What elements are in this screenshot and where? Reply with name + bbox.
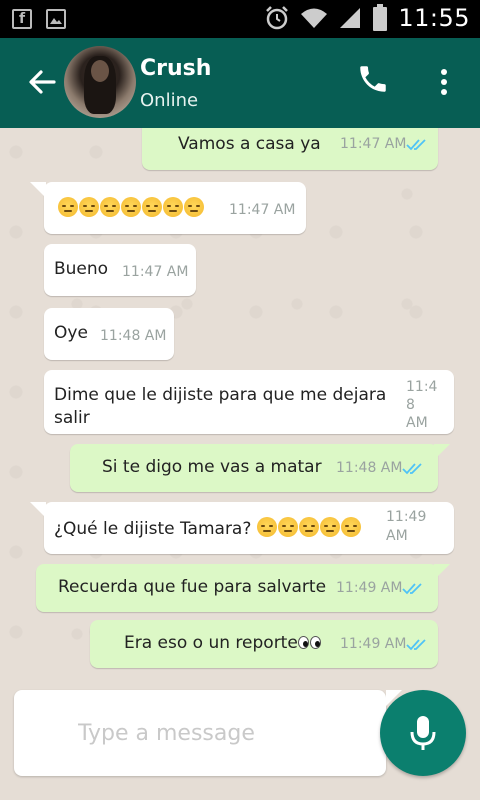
double-check-icon — [402, 583, 422, 595]
message-text: Oye — [54, 323, 88, 343]
message-text: Recuerda que fue para salvarte — [58, 577, 327, 597]
signal-icon — [338, 6, 362, 30]
gallery-icon — [46, 9, 66, 29]
message-input[interactable] — [78, 718, 368, 748]
chat-header: Crush Online — [0, 38, 480, 128]
call-icon[interactable] — [356, 62, 390, 96]
message-time: 11:47 AM — [340, 136, 407, 152]
status-bar: f 11:55 — [0, 0, 480, 38]
message-bubble-out[interactable]: Recuerda que fue para salvarte 11:49 AM — [36, 564, 450, 612]
avatar[interactable] — [64, 46, 136, 118]
battery-icon — [372, 4, 388, 32]
message-text: Dime que le dijiste para que me dejara s… — [54, 385, 387, 428]
message-bubble-in[interactable]: Oye 11:48 AM — [44, 308, 174, 360]
double-check-icon — [402, 463, 422, 475]
message-bubble-out[interactable]: Era eso o un reporte 11:49 AM — [90, 620, 438, 668]
message-text: Si te digo me vas a matar — [102, 457, 322, 477]
message-time: 11:48 AM — [336, 460, 403, 476]
message-composer — [14, 690, 402, 776]
message-text: Bueno — [54, 259, 109, 279]
wifi-icon — [300, 7, 328, 29]
facebook-icon: f — [12, 9, 32, 29]
double-check-icon — [406, 639, 426, 651]
chat-area[interactable]: Vamos a casa ya 11:47 AM 11:47 AM Bueno … — [0, 128, 480, 690]
status-time: 11:55 — [398, 4, 470, 32]
message-bubble-out[interactable]: Si te digo me vas a matar 11:48 AM — [70, 444, 450, 492]
contact-name[interactable]: Crush — [140, 56, 211, 81]
message-time: 11:47 AM — [229, 202, 296, 218]
contact-status: Online — [140, 90, 199, 111]
message-text: Era eso o un reporte — [124, 633, 322, 653]
message-time: 11:47 AM — [122, 264, 189, 280]
message-text: ¿Qué le dijiste Tamara? — [54, 517, 362, 539]
message-bubble-in[interactable]: ¿Qué le dijiste Tamara? 11:49 AM — [30, 502, 454, 554]
back-arrow-icon[interactable] — [24, 64, 60, 100]
message-time: 11:49 AM — [340, 636, 407, 652]
message-time: 11:4 8 AM — [406, 379, 438, 431]
message-time: 11:49 AM — [386, 509, 427, 544]
message-time: 11:48 AM — [100, 328, 167, 344]
alarm-icon — [264, 5, 290, 31]
message-bubble-in[interactable]: 11:47 AM — [30, 182, 306, 234]
message-text: Vamos a casa ya — [178, 134, 321, 154]
more-vert-icon[interactable] — [432, 64, 456, 100]
message-bubble-in[interactable]: Dime que le dijiste para que me dejara s… — [44, 370, 454, 434]
message-bubble-in[interactable]: Bueno 11:47 AM — [44, 244, 196, 296]
mic-icon[interactable] — [380, 690, 466, 776]
message-bubble-out[interactable]: Vamos a casa ya 11:47 AM — [142, 128, 438, 170]
eyes-emoji-icon — [297, 634, 322, 650]
message-emoji — [58, 197, 205, 219]
message-time: 11:49 AM — [336, 580, 403, 596]
double-check-icon — [406, 139, 426, 151]
